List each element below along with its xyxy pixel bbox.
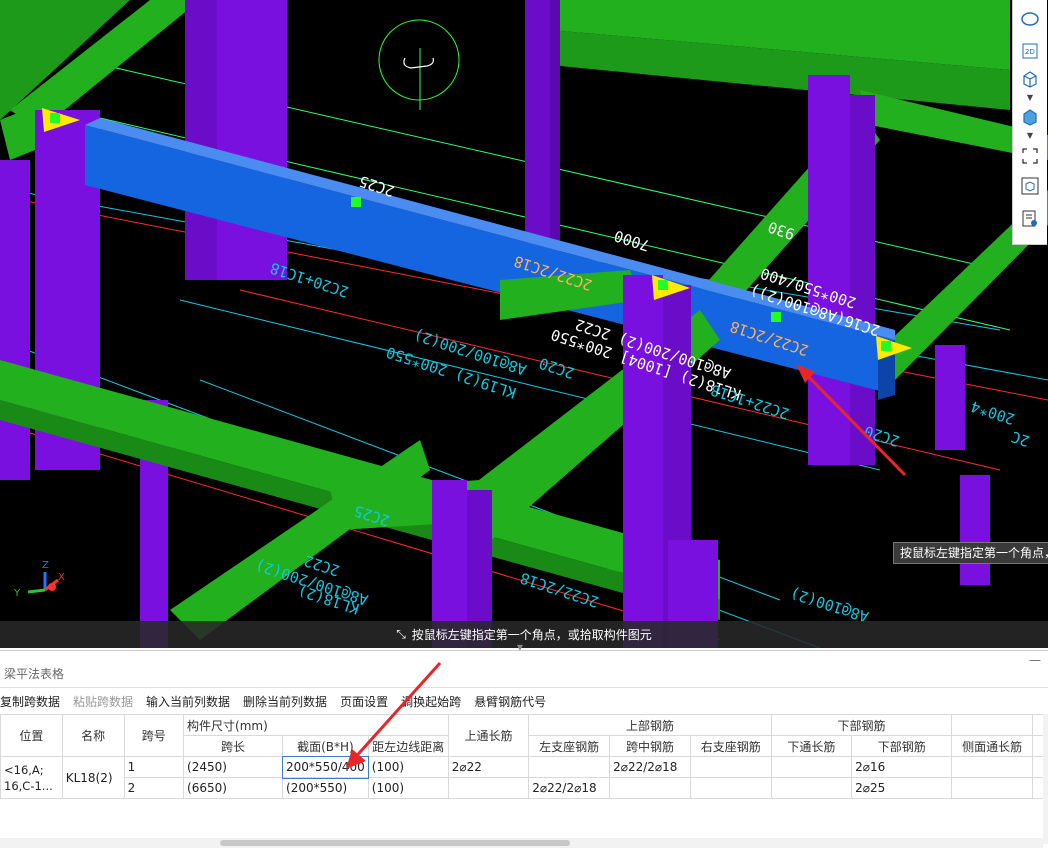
corner-pick-icon: ⤡ <box>396 627 406 641</box>
model-scene[interactable]: 2C25 7000 930 200*550/400 2C16(A8@100(2)… <box>0 0 1048 648</box>
side-through-cell[interactable] <box>951 777 1034 799</box>
header-side-through[interactable]: 侧面通长筋 <box>951 735 1034 757</box>
header-bottom-group: 下部钢筋 <box>770 714 953 736</box>
select-frame-icon[interactable] <box>1018 145 1042 167</box>
section-cell[interactable]: (200*550) <box>282 777 369 799</box>
horizontal-scrollbar[interactable] <box>0 838 1043 848</box>
span-no-cell[interactable]: 2 <box>123 777 185 799</box>
label-right-200: 200*4 <box>969 397 1018 428</box>
input-column-button[interactable]: 输入当前列数据 <box>146 693 230 711</box>
command-status-bar: ⤡ 按鼠标左键指定第一个角点，或拾取构件图元 <box>0 621 1048 648</box>
header-left-support[interactable]: 左支座钢筋 <box>528 735 611 757</box>
header-name[interactable]: 名称 <box>61 714 125 757</box>
divider <box>0 687 1048 688</box>
table-row: <16,A; 16,C-1... KL18(2) 1 (2450) 200*55… <box>0 755 1048 799</box>
box-3d-icon[interactable] <box>1018 68 1042 90</box>
bottom-through-cell[interactable] <box>770 777 853 799</box>
header-top-through[interactable]: 上通长筋 <box>447 714 530 757</box>
left-support-cell[interactable]: 2⌀22/2⌀18 <box>528 777 611 799</box>
svg-text:2D: 2D <box>1025 48 1035 56</box>
label-left-rebar: 2C20+1C18 <box>268 259 351 301</box>
chevron-down-icon[interactable]: ▼ <box>1025 131 1035 141</box>
2d-icon[interactable]: 2D <box>1018 40 1042 62</box>
bottom-through-cell[interactable] <box>770 756 853 778</box>
paste-span-button[interactable]: 粘贴跨数据 <box>73 693 133 711</box>
label-right-1c18: 2C22+1C18 <box>708 381 791 423</box>
box-3d-filled-icon[interactable] <box>1018 106 1042 128</box>
axis-marker <box>403 57 434 69</box>
header-right-support[interactable]: 右支座钢筋 <box>689 735 772 757</box>
table-toolbar: 复制跨数据 粘贴跨数据 输入当前列数据 删除当前列数据 页面设置 调换起始跨 悬… <box>0 693 559 711</box>
right-support-cell[interactable] <box>689 756 772 778</box>
3d-viewport[interactable]: 2C25 7000 930 200*550/400 2C16(A8@100(2)… <box>0 0 1048 648</box>
bottom-rebar-cell[interactable]: 2⌀25 <box>851 777 953 799</box>
scrollbar-thumb[interactable] <box>220 840 570 846</box>
header-row-1: 位置 名称 跨号 构件尺寸(mm) 上通长筋 上部钢筋 下部钢筋 <box>0 714 1048 757</box>
label-bottom-a8b: A8@100(2) <box>788 584 871 626</box>
offset-cell[interactable]: (100) <box>367 777 449 799</box>
bottom-rebar-cell[interactable]: 2⌀16 <box>851 756 953 778</box>
span-no-cell[interactable]: 1 <box>123 756 185 778</box>
red-arrow-table <box>346 661 442 769</box>
label-span-length: 7000 <box>612 226 652 254</box>
svg-text:Z: Z <box>42 560 49 571</box>
header-position[interactable]: 位置 <box>0 714 63 757</box>
left-support-cell[interactable] <box>528 756 611 778</box>
position-line: <16,A; <box>4 762 44 777</box>
name-cell[interactable]: KL18(2) <box>61 756 125 799</box>
vertical-scrollbar[interactable] <box>1043 714 1048 844</box>
copy-span-button[interactable]: 复制跨数据 <box>0 693 60 711</box>
view-toolbar: 2D ▼ ▼ <box>1012 0 1047 245</box>
status-text: 按鼠标左键指定第一个角点，或拾取构件图元 <box>411 628 652 642</box>
span-len-cell[interactable]: (2450) <box>183 756 284 778</box>
top-through-cell[interactable] <box>447 777 530 799</box>
header-bottom-rebar[interactable]: 下部钢筋 <box>851 735 953 757</box>
span-len-cell[interactable]: (6650) <box>183 777 284 799</box>
header-blank <box>951 714 1034 736</box>
mid-span-cell[interactable]: 2⌀22/2⌀18 <box>609 756 691 778</box>
delete-column-button[interactable]: 删除当前列数据 <box>243 693 327 711</box>
cube-view-icon[interactable] <box>1018 175 1042 197</box>
beam-table-panel: 梁平法表格 — 复制跨数据 粘贴跨数据 输入当前列数据 删除当前列数据 页面设置… <box>0 650 1048 853</box>
properties-icon[interactable] <box>1018 208 1042 230</box>
header-bottom-through[interactable]: 下通长筋 <box>770 735 853 757</box>
cantilever-code-button[interactable]: 悬臂钢筋代号 <box>474 693 546 711</box>
green-beams-front <box>0 270 720 640</box>
table-row: 2 (6650) (200*550) (100) 2⌀22/2⌀18 2⌀25 <box>1 777 1048 799</box>
chevron-down-icon[interactable]: ▼ <box>1025 93 1035 103</box>
position-line: 16,C-1... <box>4 778 53 793</box>
axis-gizmo: Z X Y <box>13 560 65 599</box>
mid-span-cell[interactable] <box>609 777 691 799</box>
label-right-2c: 2C <box>1009 427 1032 450</box>
cursor-hint-tooltip: 按鼠标左键指定第一个角点， <box>893 542 1048 564</box>
header-top-group: 上部钢筋 <box>528 714 772 736</box>
top-through-cell[interactable]: 2⌀22 <box>447 756 530 778</box>
minimize-icon[interactable]: — <box>1029 653 1041 667</box>
svg-text:X: X <box>58 572 65 583</box>
label-c2c20: 2C20 <box>537 354 577 382</box>
header-mid-span[interactable]: 跨中钢筋 <box>609 735 691 757</box>
position-cell[interactable]: <16,A; 16,C-1... <box>0 756 63 799</box>
side-through-cell[interactable] <box>951 756 1034 778</box>
beam-data-table: 位置 名称 跨号 构件尺寸(mm) 上通长筋 上部钢筋 下部钢筋 跨长 截面(B… <box>0 714 1048 799</box>
shape-icon[interactable] <box>1018 8 1042 30</box>
header-span-no[interactable]: 跨号 <box>123 714 185 757</box>
svg-text:Y: Y <box>13 588 21 599</box>
header-span-len[interactable]: 跨长 <box>183 735 284 757</box>
panel-title: 梁平法表格 <box>4 667 65 681</box>
right-support-cell[interactable] <box>689 777 772 799</box>
